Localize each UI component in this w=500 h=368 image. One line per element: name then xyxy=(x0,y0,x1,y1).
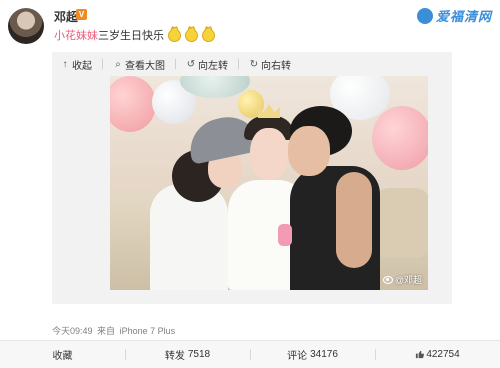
comment-label: 评论 xyxy=(287,351,308,362)
like-count: 422754 xyxy=(426,349,460,360)
post-meta: 今天09:49 来自 iPhone 7 Plus xyxy=(52,324,175,337)
mention-link[interactable]: 小花妹妹 xyxy=(54,30,98,42)
post-time[interactable]: 今天09:49 xyxy=(52,326,93,336)
cat-face-icon xyxy=(168,29,182,42)
favorite-button[interactable]: 收藏 xyxy=(0,341,125,368)
rotate-right-icon: ↻ xyxy=(249,58,259,70)
comment-button[interactable]: 评论 34176 xyxy=(250,341,375,368)
media-panel: ↑ 收起 ⌕ 查看大图 ↺ 向左转 ↻ 向右转 @邓超 xyxy=(52,52,452,304)
rotate-right-label: 向右转 xyxy=(261,60,291,72)
pink-balloon xyxy=(372,106,428,170)
repost-count: 7518 xyxy=(187,349,211,360)
weibo-eye-icon xyxy=(382,275,393,284)
action-bar: 收藏 转发 7518 评论 34176 422754 xyxy=(0,341,500,368)
thumbs-up-icon xyxy=(415,350,425,359)
photo-watermark: @邓超 xyxy=(382,273,422,286)
rotate-left-icon: ↺ xyxy=(186,58,196,70)
rotate-left-button[interactable]: ↺ 向左转 xyxy=(186,57,228,72)
collapse-label: 收起 xyxy=(72,60,92,72)
man-arm xyxy=(336,172,372,268)
like-button[interactable]: 422754 xyxy=(375,341,500,368)
pink-toy xyxy=(278,224,292,246)
avatar[interactable] xyxy=(8,8,44,44)
vip-badge-icon: V xyxy=(76,9,87,20)
post-text: 小花妹妹三岁生日快乐 xyxy=(54,27,216,43)
repost-label: 转发 xyxy=(164,351,185,362)
toolbar-divider xyxy=(102,59,103,69)
media-toolbar: ↑ 收起 ⌕ 查看大图 ↺ 向左转 ↻ 向右转 xyxy=(52,52,452,76)
post-photo[interactable]: @邓超 xyxy=(110,76,428,290)
source-prefix: 来自 xyxy=(97,326,116,336)
repost-button[interactable]: 转发 7518 xyxy=(125,341,250,368)
photo-watermark-text: @邓超 xyxy=(394,275,422,285)
site-logo-icon xyxy=(416,7,433,24)
man-face xyxy=(288,126,330,176)
comment-count: 34176 xyxy=(310,349,338,360)
view-large-label: 查看大图 xyxy=(125,60,165,72)
rotate-left-label: 向左转 xyxy=(198,60,228,72)
view-large-button[interactable]: ⌕ 查看大图 xyxy=(113,57,165,72)
pink-balloon xyxy=(110,76,156,132)
girl-face xyxy=(250,128,288,180)
site-watermark-text: 爱福清网 xyxy=(435,9,492,24)
post-body: 三岁生日快乐 xyxy=(98,30,164,42)
rotate-right-button[interactable]: ↻ 向右转 xyxy=(249,57,291,72)
magnifier-icon: ⌕ xyxy=(115,58,121,70)
collapse-button[interactable]: ↑ 收起 xyxy=(60,57,93,72)
toolbar-divider xyxy=(238,59,239,69)
username[interactable]: 邓超 xyxy=(54,8,78,25)
sofa-arm xyxy=(372,188,428,258)
site-watermark: 爱福清网 xyxy=(416,6,492,25)
cat-face-icon xyxy=(185,29,199,42)
arrow-up-icon: ↑ xyxy=(62,58,68,70)
favorite-label: 收藏 xyxy=(52,351,73,362)
toolbar-divider xyxy=(175,59,176,69)
source-device[interactable]: iPhone 7 Plus xyxy=(120,326,176,336)
cat-face-icon xyxy=(202,29,216,42)
